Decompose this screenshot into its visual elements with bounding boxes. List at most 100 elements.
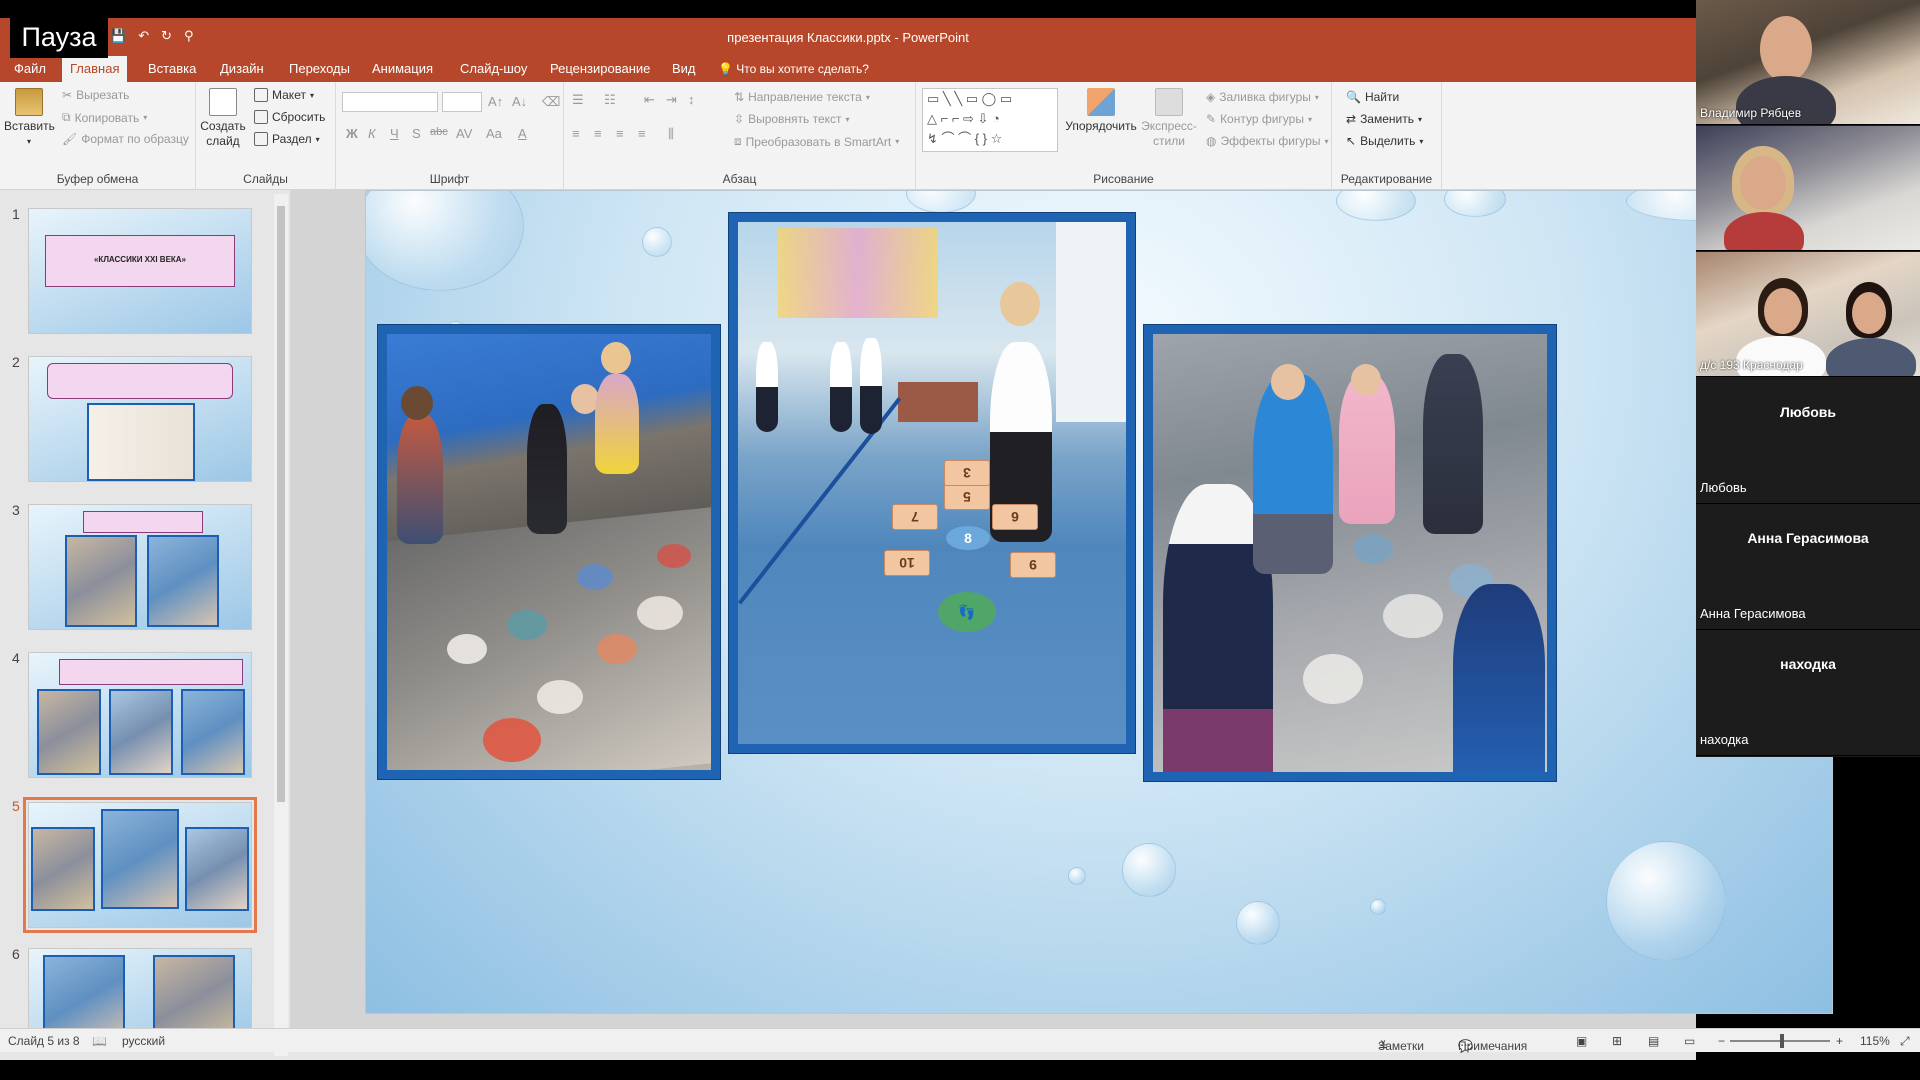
bold-button[interactable]: Ж — [346, 126, 358, 141]
slide-sorter-icon[interactable]: ⊞ — [1612, 1034, 1622, 1048]
notes-label: Заметки — [1378, 1039, 1424, 1053]
normal-view-icon[interactable]: ▣ — [1576, 1034, 1587, 1048]
water-drop — [1236, 901, 1280, 945]
participant-tile[interactable]: Любовь Любовь — [1696, 378, 1920, 504]
shape-fill-button[interactable]: ◈ Заливка фигуры ▾ — [1206, 90, 1319, 104]
slideshow-icon[interactable]: ▭ — [1684, 1034, 1695, 1048]
increase-indent-icon[interactable]: ⇥ — [666, 92, 677, 108]
photo-wall-decor — [778, 228, 938, 318]
clear-format-icon[interactable]: ⌫ — [542, 94, 560, 110]
select-button[interactable]: ↖ Выделить ▾ — [1346, 134, 1423, 148]
shapes-gallery[interactable]: ▭ ╲ ╲ ▭ ◯ ▭ △ ⌐ ⌐ ⇨ ⇩ ◔ ↯ ⌒ ⌒ { } ☆ — [922, 88, 1058, 152]
font-size-input[interactable] — [442, 92, 482, 112]
comments-label: Примечания — [1458, 1039, 1528, 1053]
new-slide-button[interactable]: Создать слайд — [200, 88, 246, 149]
find-button[interactable]: 🔍 Найти — [1346, 90, 1399, 104]
language-indicator[interactable]: русский — [122, 1034, 165, 1048]
copy-button[interactable]: ⧉ Копировать ▾ — [62, 110, 147, 125]
cut-button[interactable]: ✂ Вырезать — [62, 88, 129, 102]
child-head — [1351, 364, 1381, 396]
zoom-out-icon[interactable]: − — [1718, 1034, 1725, 1048]
participant-tile[interactable] — [1696, 126, 1920, 251]
bullets-icon[interactable]: ☰ — [572, 92, 584, 108]
align-right-icon[interactable]: ≡ — [616, 126, 624, 141]
thumbnails-scroll-thumb[interactable] — [277, 206, 285, 802]
char-spacing-button[interactable]: AV — [456, 126, 472, 141]
customize-qat-icon[interactable]: ⚲ — [184, 28, 194, 44]
participant-tile[interactable]: Владимир Рябцев — [1696, 0, 1920, 125]
justify-icon[interactable]: ≡ — [638, 126, 646, 141]
numbering-icon[interactable]: ☷ — [604, 92, 616, 108]
align-center-icon[interactable]: ≡ — [594, 126, 602, 141]
group-name-editing: Редактирование — [1340, 172, 1433, 186]
italic-button[interactable]: К — [368, 126, 376, 141]
paste-button[interactable]: Вставить ▾ — [4, 88, 55, 149]
text-direction-button[interactable]: ⇅ Направление текста ▾ — [734, 90, 870, 104]
reading-view-icon[interactable]: ▤ — [1648, 1034, 1659, 1048]
undo-icon[interactable]: ↶ — [138, 28, 149, 44]
tab-design[interactable]: Дизайн — [212, 56, 272, 82]
slide-thumb-4[interactable] — [28, 652, 252, 778]
participant-display-name: находка — [1780, 656, 1836, 672]
tab-transitions[interactable]: Переходы — [281, 56, 358, 82]
quick-styles-button[interactable]: Экспресс-стили — [1138, 88, 1200, 149]
decrease-indent-icon[interactable]: ⇤ — [644, 92, 655, 108]
participant-tile[interactable]: находка находка — [1696, 630, 1920, 756]
tab-insert[interactable]: Вставка — [140, 56, 204, 82]
flower-tile — [1383, 594, 1443, 638]
shrink-font-icon[interactable]: A↓ — [512, 94, 527, 109]
replace-button[interactable]: ⇄ Заменить ▾ — [1346, 112, 1422, 126]
underline-button[interactable]: Ч — [390, 126, 399, 141]
reset-button[interactable]: Сбросить — [254, 110, 325, 124]
slide-photo-outdoor-hopscotch[interactable] — [378, 325, 720, 779]
change-case-button[interactable]: Aa — [486, 126, 502, 141]
participant-body — [1724, 212, 1804, 250]
align-left-icon[interactable]: ≡ — [572, 126, 580, 141]
save-icon[interactable]: 💾 — [110, 28, 126, 44]
shape-outline-button[interactable]: ✎ Контур фигуры ▾ — [1206, 112, 1312, 126]
participant-name: Анна Герасимова — [1700, 606, 1806, 621]
grow-font-icon[interactable]: A↑ — [488, 94, 503, 109]
tab-animations[interactable]: Анимация — [364, 56, 441, 82]
replace-icon: ⇄ — [1346, 112, 1357, 126]
line-spacing-icon[interactable]: ↕ — [688, 92, 695, 107]
arrange-label: Упорядочить — [1065, 119, 1137, 133]
participant-tile[interactable]: д/с 193 Краснодар — [1696, 252, 1920, 377]
tab-file[interactable]: Файл — [6, 56, 54, 82]
tab-review[interactable]: Рецензирование — [542, 56, 658, 82]
spellcheck-icon[interactable]: 📖 — [92, 1034, 107, 1048]
thumb-3-photo-2 — [147, 535, 219, 627]
slide-thumb-5[interactable] — [23, 797, 257, 933]
slide-canvas[interactable]: 10 8 9 7 6 5 3 👣 — [365, 190, 1833, 1014]
format-painter-button[interactable]: 🖌 Формат по образцу — [62, 132, 189, 146]
shadow-button[interactable]: S — [412, 126, 421, 141]
slide-thumb-3[interactable] — [28, 504, 252, 630]
tab-view[interactable]: Вид — [664, 56, 704, 82]
redo-icon[interactable]: ↻ — [161, 28, 172, 44]
align-text-button[interactable]: ⇳ Выровнять текст ▾ — [734, 112, 850, 126]
shape-effects-button[interactable]: ◍ Эффекты фигуры ▾ — [1206, 134, 1329, 148]
thumb-5-photo-3 — [185, 827, 249, 911]
fit-slide-icon[interactable]: ⤢ — [1900, 1034, 1910, 1049]
font-family-input[interactable] — [342, 92, 438, 112]
slide-thumb-2[interactable] — [28, 356, 252, 482]
layout-button[interactable]: Макет ▾ — [254, 88, 314, 102]
arrange-button[interactable]: Упорядочить — [1064, 88, 1138, 134]
section-button[interactable]: Раздел ▾ — [254, 132, 320, 146]
zoom-slider-knob[interactable] — [1780, 1034, 1784, 1048]
tell-me-box[interactable]: 💡 Что вы хотите сделать? — [718, 56, 869, 82]
participant-display-name: Любовь — [1779, 404, 1836, 420]
columns-icon[interactable]: ⫼ — [668, 126, 674, 142]
strikethrough-button[interactable]: abc — [430, 126, 448, 138]
smartart-button[interactable]: ⧈ Преобразовать в SmartArt ▾ — [734, 134, 899, 149]
slide-thumb-1[interactable]: «КЛАССИКИ XXI ВЕКА» — [28, 208, 252, 334]
participant-tile[interactable]: Анна Герасимова Анна Герасимова — [1696, 504, 1920, 630]
tab-slideshow[interactable]: Слайд-шоу — [452, 56, 535, 82]
tab-home[interactable]: Главная — [62, 56, 128, 82]
slide-photo-winter-hopscotch[interactable] — [1144, 325, 1556, 781]
font-color-button[interactable]: A — [518, 126, 527, 141]
zoom-level[interactable]: 115% — [1860, 1034, 1890, 1048]
slide-photo-indoor-hopscotch[interactable]: 10 8 9 7 6 5 3 👣 — [729, 213, 1135, 753]
zoom-in-icon[interactable]: + — [1836, 1034, 1843, 1048]
water-drop — [1606, 841, 1726, 961]
